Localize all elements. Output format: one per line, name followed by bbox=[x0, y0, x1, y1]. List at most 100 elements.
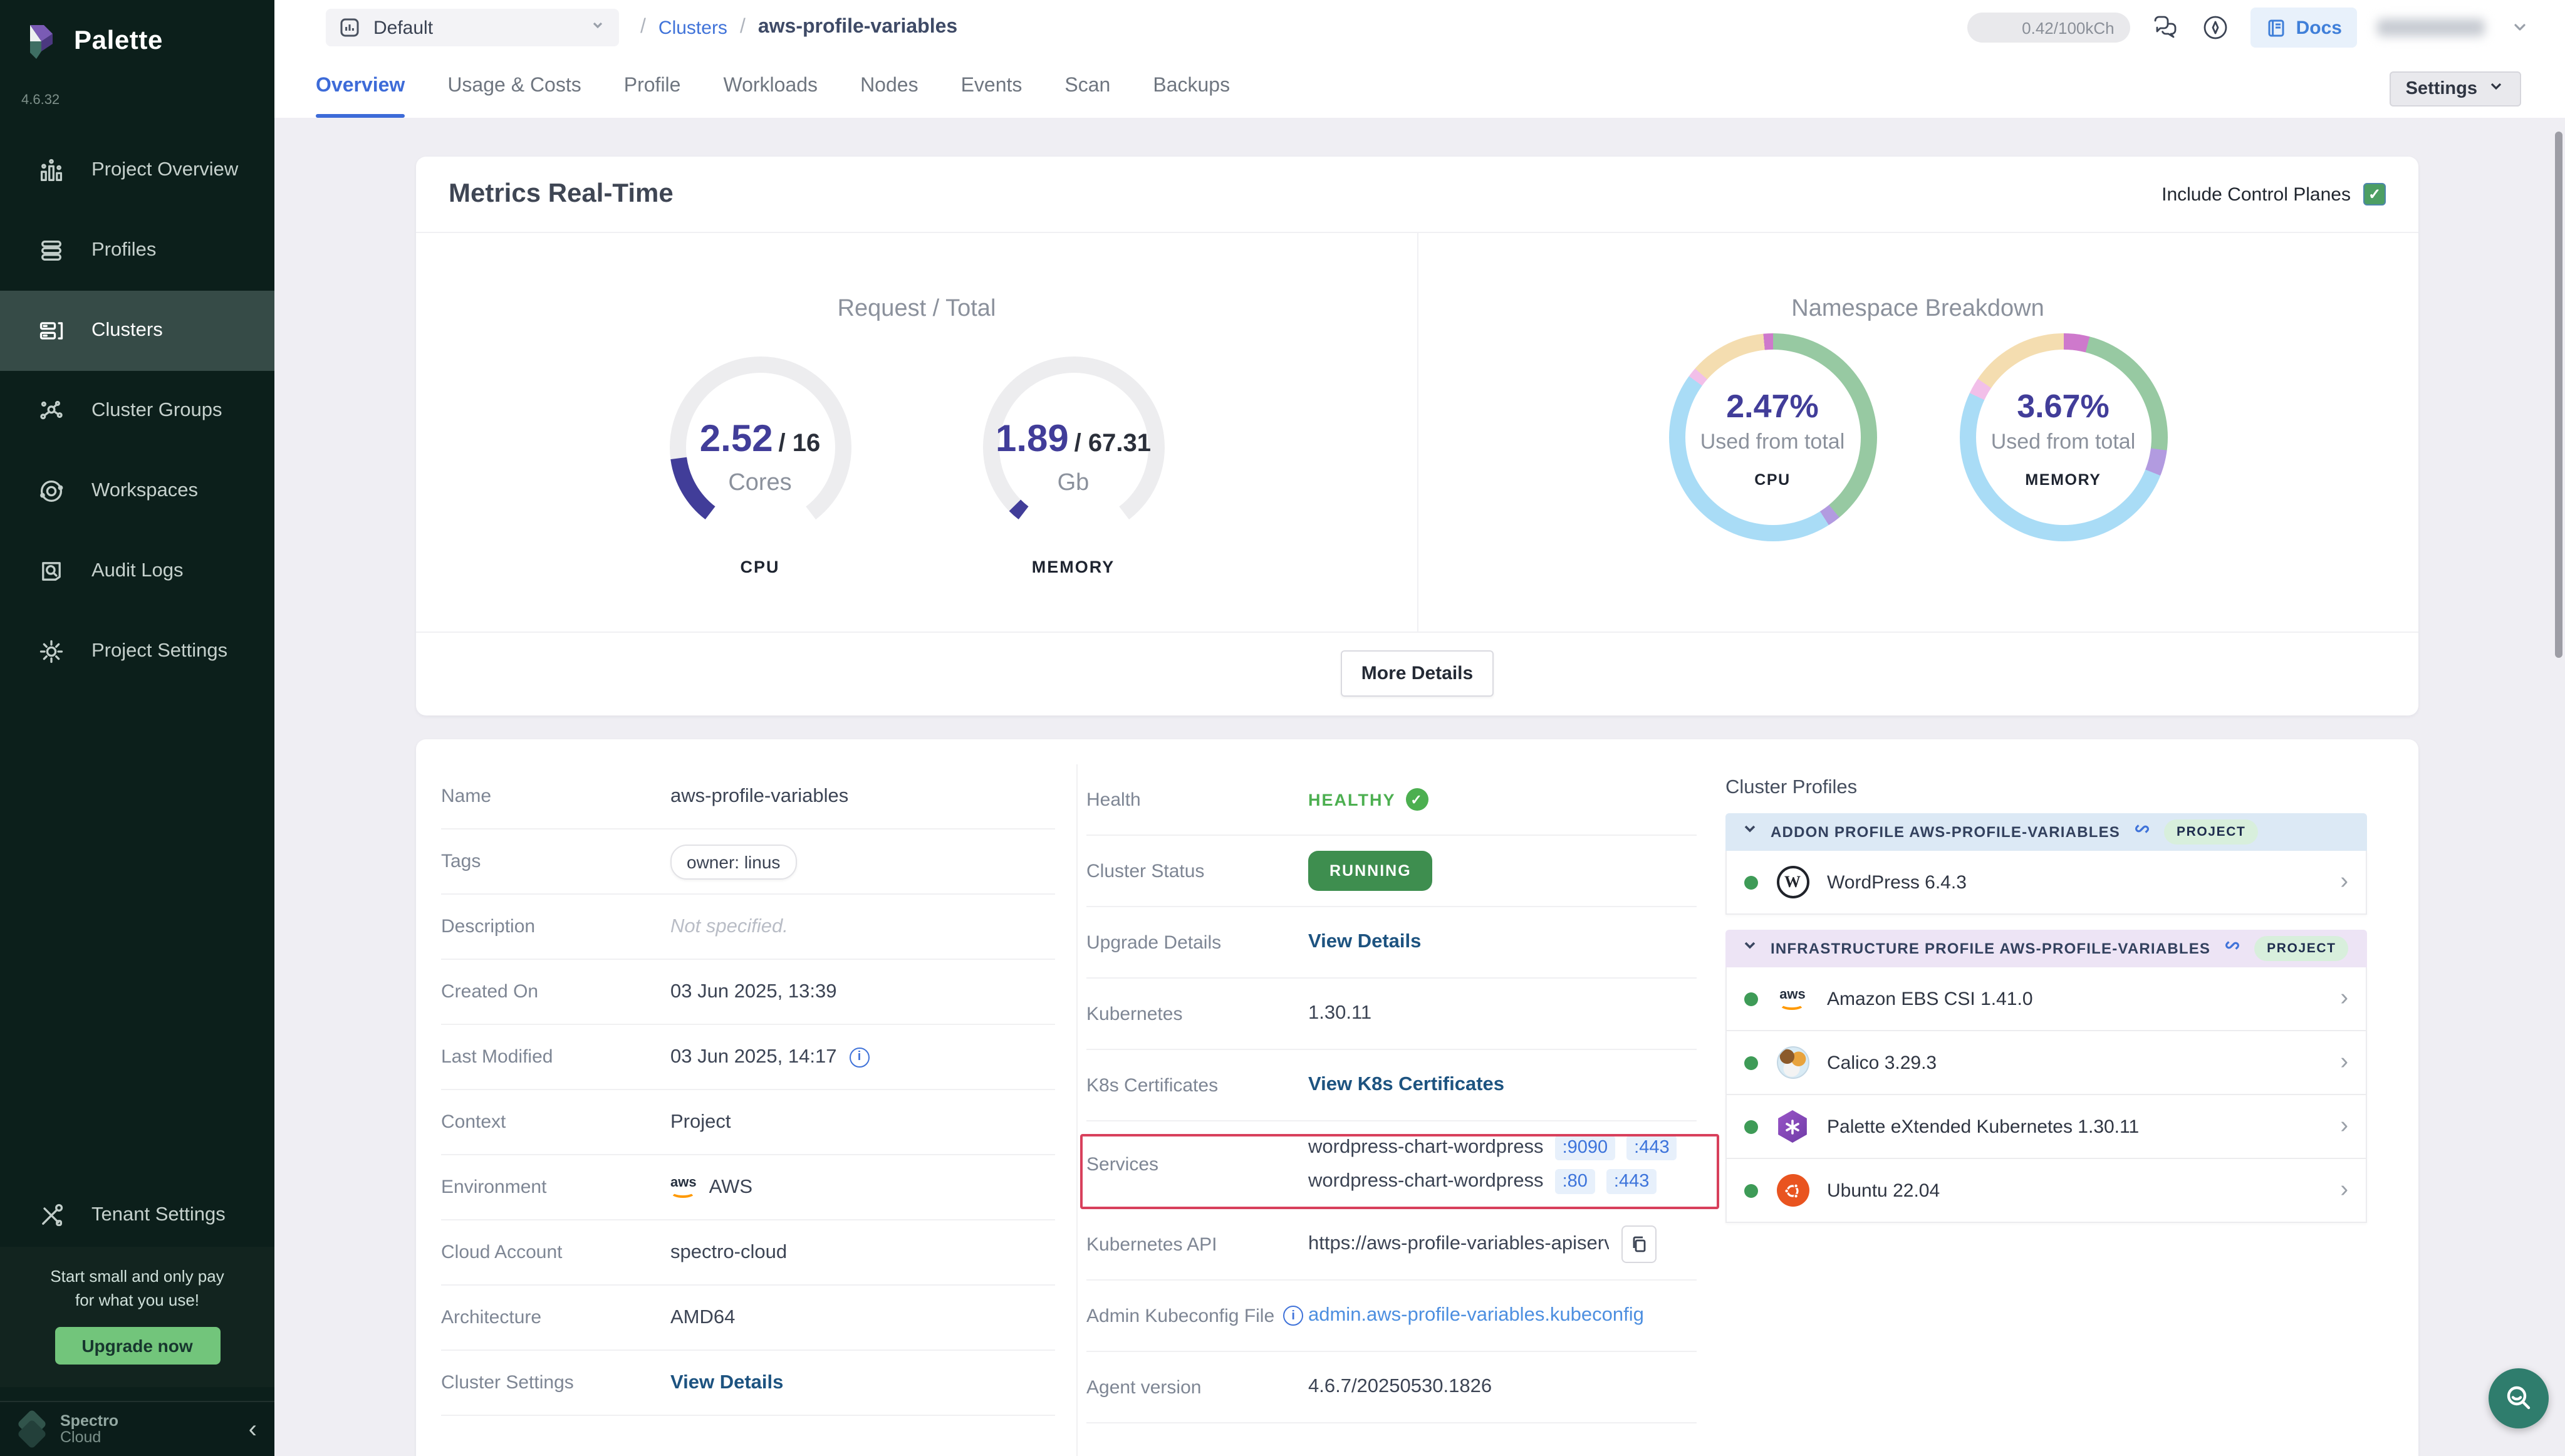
compass-help-icon[interactable] bbox=[2201, 13, 2231, 43]
tab-profile[interactable]: Profile bbox=[624, 55, 681, 118]
row-label: Kubernetes bbox=[1086, 1003, 1308, 1024]
cluster-name-value: aws-profile-variables bbox=[670, 785, 848, 808]
tab-workloads[interactable]: Workloads bbox=[723, 55, 818, 118]
service-port-link[interactable]: :443 bbox=[1626, 1135, 1677, 1160]
chevron-right-icon: › bbox=[2340, 1049, 2348, 1076]
detail-row-agent-version: Agent version 4.6.7/20250530.1826 bbox=[1086, 1352, 1697, 1423]
infrastructure-profile-header[interactable]: INFRASTRUCTURE PROFILE AWS-PROFILE-VARIA… bbox=[1725, 930, 2367, 967]
running-status-badge[interactable]: RUNNING bbox=[1308, 851, 1433, 891]
admin-kubeconfig-link[interactable]: admin.aws-profile-variables.kubeconfig bbox=[1308, 1304, 1644, 1327]
tag-pill[interactable]: owner: linus bbox=[670, 844, 796, 879]
sidebar-item-label: Profiles bbox=[91, 239, 156, 262]
cpu-gauge-label: CPU bbox=[653, 558, 866, 576]
cluster-settings-view-details-link[interactable]: View Details bbox=[670, 1371, 783, 1394]
cloud-account-value: spectro-cloud bbox=[670, 1241, 787, 1264]
memory-donut: 3.67% Used from total MEMORY bbox=[1959, 333, 2167, 541]
sidebar-item-cluster-groups[interactable]: Cluster Groups bbox=[0, 371, 274, 451]
cpu-donut-label: CPU bbox=[1754, 471, 1791, 488]
tab-overview[interactable]: Overview bbox=[316, 55, 405, 118]
detail-row-context: Context Project bbox=[441, 1090, 1055, 1155]
profile-item-palette-extended-kubernetes[interactable]: Palette eXtended Kubernetes 1.30.11 › bbox=[1725, 1095, 2367, 1159]
spectro-cloud-brand: Spectro Cloud bbox=[60, 1413, 118, 1445]
detail-row-admin-kubeconfig: Admin Kubeconfig File i admin.aws-profil… bbox=[1086, 1281, 1697, 1352]
settings-button[interactable]: Settings bbox=[2390, 71, 2521, 107]
profile-item-calico[interactable]: Calico 3.29.3 › bbox=[1725, 1031, 2367, 1095]
sidebar-item-profiles[interactable]: Profiles bbox=[0, 211, 274, 291]
service-port-link[interactable]: :443 bbox=[1606, 1169, 1657, 1194]
more-details-button[interactable]: More Details bbox=[1341, 650, 1493, 697]
project-chart-icon bbox=[338, 16, 361, 39]
upgrade-now-button[interactable]: Upgrade now bbox=[55, 1327, 220, 1365]
detail-row-last-modified: Last Modified 03 Jun 2025, 14:17 i bbox=[441, 1025, 1055, 1090]
ubuntu-icon bbox=[1776, 1173, 1809, 1207]
brand-line2: Cloud bbox=[60, 1429, 118, 1445]
service-port-link[interactable]: :80 bbox=[1555, 1169, 1595, 1194]
service-line: wordpress-chart-wordpress :80 :443 bbox=[1308, 1169, 1677, 1194]
service-port-link[interactable]: :9090 bbox=[1555, 1135, 1616, 1160]
detail-row-upgrade-details: Upgrade Details View Details bbox=[1086, 907, 1697, 979]
wordpress-icon: W bbox=[1776, 865, 1809, 899]
chevron-down-icon[interactable] bbox=[2505, 13, 2535, 43]
profile-item-wordpress[interactable]: W WordPress 6.4.3 › bbox=[1725, 851, 2367, 915]
addon-profile-header[interactable]: ADDON PROFILE AWS-PROFILE-VARIABLES PROJ… bbox=[1725, 813, 2367, 851]
chat-icon[interactable] bbox=[2151, 13, 2181, 43]
upgrade-view-details-link[interactable]: View Details bbox=[1308, 931, 1421, 954]
namespace-breakdown-title: Namespace Breakdown bbox=[1417, 296, 2418, 323]
details-column-divider bbox=[1076, 764, 1078, 1456]
help-search-fab[interactable] bbox=[2489, 1368, 2549, 1428]
service-name: wordpress-chart-wordpress bbox=[1308, 1136, 1544, 1159]
sidebar-item-audit-logs[interactable]: Audit Logs bbox=[0, 531, 274, 611]
sidebar-collapse-icon[interactable]: ‹ bbox=[249, 1417, 257, 1442]
copy-icon[interactable] bbox=[1621, 1225, 1657, 1263]
tab-backups[interactable]: Backups bbox=[1153, 55, 1230, 118]
detail-row-cluster-settings: Cluster Settings View Details bbox=[441, 1351, 1055, 1416]
link-icon[interactable] bbox=[2223, 936, 2242, 961]
chevron-right-icon: › bbox=[2340, 985, 2348, 1012]
sidebar-item-label: Audit Logs bbox=[91, 560, 184, 583]
cluster-details-card: Name aws-profile-variables Tags owner: l… bbox=[416, 739, 2418, 1456]
tab-events[interactable]: Events bbox=[961, 55, 1022, 118]
breadcrumb-separator: / bbox=[640, 16, 646, 39]
palette-logo-icon bbox=[20, 20, 63, 63]
infrastructure-profile-name: INFRASTRUCTURE PROFILE AWS-PROFILE-VARIA… bbox=[1771, 940, 2210, 957]
row-label: Admin Kubeconfig File bbox=[1086, 1305, 1274, 1326]
sidebar-item-tenant-settings[interactable]: Tenant Settings bbox=[0, 1175, 274, 1256]
detail-row-cluster-status: Cluster Status RUNNING bbox=[1086, 836, 1697, 907]
cpu-used-caption: Used from total bbox=[1700, 429, 1845, 454]
status-dot-green bbox=[1744, 1183, 1758, 1197]
chevron-down-icon bbox=[2487, 77, 2505, 101]
main-content: Metrics Real-Time Include Control Planes… bbox=[274, 118, 2565, 1456]
sidebar-item-clusters[interactable]: Clusters bbox=[0, 291, 274, 371]
tab-scan[interactable]: Scan bbox=[1064, 55, 1110, 118]
cpu-used-percent: 2.47% bbox=[1726, 387, 1818, 425]
architecture-value: AMD64 bbox=[670, 1306, 735, 1329]
profile-item-amazon-ebs-csi[interactable]: aws Amazon EBS CSI 1.41.0 › bbox=[1725, 967, 2367, 1031]
profile-item-ubuntu[interactable]: Ubuntu 22.04 › bbox=[1725, 1159, 2367, 1223]
metrics-body: Request / Total 2.52 / 16 Cores bbox=[416, 233, 2418, 632]
breadcrumb-clusters-link[interactable]: Clusters bbox=[658, 17, 727, 38]
docs-button[interactable]: Docs bbox=[2251, 8, 2357, 48]
tab-usage-costs[interactable]: Usage & Costs bbox=[447, 55, 581, 118]
breadcrumb-current: aws-profile-variables bbox=[758, 16, 957, 39]
detail-row-k8s-certificates: K8s Certificates View K8s Certificates bbox=[1086, 1050, 1697, 1121]
palette-logo[interactable]: Palette bbox=[0, 0, 274, 63]
tab-nodes[interactable]: Nodes bbox=[860, 55, 918, 118]
profile-item-label: WordPress 6.4.3 bbox=[1827, 871, 1967, 893]
link-icon[interactable] bbox=[2133, 819, 2151, 845]
project-selector[interactable]: Default bbox=[326, 9, 619, 46]
aws-icon: aws bbox=[1776, 982, 1809, 1016]
info-icon[interactable]: i bbox=[1283, 1306, 1303, 1326]
sidebar-item-workspaces[interactable]: Workspaces bbox=[0, 451, 274, 531]
sidebar-item-project-overview[interactable]: Project Overview bbox=[0, 130, 274, 211]
memory-used-caption: Used from total bbox=[1991, 429, 2136, 454]
row-label: Cluster Status bbox=[1086, 860, 1308, 881]
row-label: Context bbox=[441, 1111, 670, 1133]
user-menu-blurred[interactable] bbox=[2377, 19, 2485, 36]
include-control-planes-checkbox[interactable] bbox=[2363, 183, 2386, 205]
view-k8s-certificates-link[interactable]: View K8s Certificates bbox=[1308, 1074, 1504, 1096]
info-icon[interactable]: i bbox=[849, 1047, 869, 1067]
sidebar-item-project-settings[interactable]: Project Settings bbox=[0, 611, 274, 692]
page-scrollbar-thumb[interactable] bbox=[2555, 132, 2562, 658]
row-label: Environment bbox=[441, 1177, 670, 1198]
environment-value: AWS bbox=[709, 1176, 752, 1199]
